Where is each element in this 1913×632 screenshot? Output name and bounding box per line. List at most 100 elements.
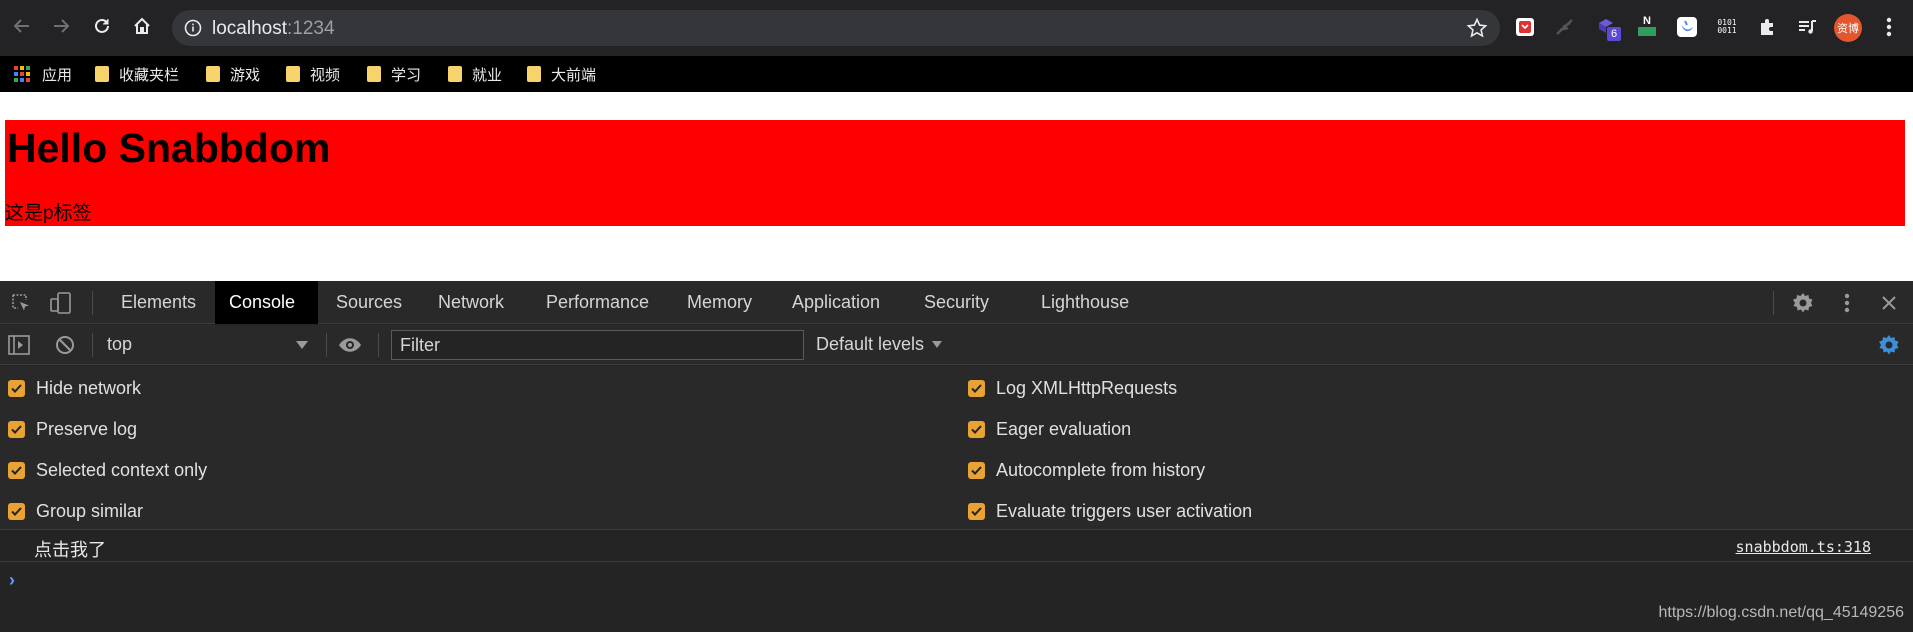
inspect-element-button[interactable] bbox=[8, 290, 34, 316]
address-bar[interactable]: localhost:1234 bbox=[172, 10, 1500, 46]
context-selector[interactable]: top bbox=[107, 334, 132, 355]
bookmark-apps[interactable]: 应用 bbox=[14, 63, 72, 85]
media-button[interactable] bbox=[1795, 15, 1819, 39]
option-label: Selected context only bbox=[36, 459, 208, 480]
bookmark-folder-frontend[interactable]: 大前端 bbox=[527, 63, 596, 85]
close-icon bbox=[1882, 296, 1896, 310]
url-port: :1234 bbox=[287, 18, 335, 39]
bookmark-label: 就业 bbox=[472, 66, 503, 84]
device-toolbar-button[interactable] bbox=[48, 290, 74, 316]
home-button[interactable] bbox=[130, 14, 154, 38]
devtools-settings-button[interactable] bbox=[1790, 290, 1816, 316]
option-label: Autocomplete from history bbox=[996, 459, 1206, 480]
chevron-down-icon bbox=[932, 341, 943, 348]
bookmark-folder-jobs[interactable]: 就业 bbox=[448, 63, 502, 85]
divider bbox=[378, 333, 379, 357]
option-label: Log XMLHttpRequests bbox=[996, 377, 1178, 398]
console-prompt[interactable]: › bbox=[9, 570, 15, 591]
option-label: Hide network bbox=[36, 377, 142, 398]
divider bbox=[92, 333, 93, 357]
log-levels-dropdown[interactable]: Default levels bbox=[816, 334, 943, 355]
option-evaluate-triggers-user-activation[interactable]: Evaluate triggers user activation bbox=[968, 499, 1252, 523]
checkmark-icon bbox=[11, 506, 22, 516]
checkmark-icon bbox=[11, 424, 22, 434]
tab-lighthouse[interactable]: Lighthouse bbox=[1027, 281, 1143, 324]
tab-application[interactable]: Application bbox=[778, 281, 894, 324]
log-source-link[interactable]: snabbdom.ts:318 bbox=[1736, 538, 1871, 556]
option-group-similar[interactable]: Group similar bbox=[8, 499, 143, 523]
option-autocomplete-from-history[interactable]: Autocomplete from history bbox=[968, 458, 1205, 482]
checkmark-icon bbox=[971, 506, 982, 516]
checkbox-checked[interactable] bbox=[8, 502, 25, 520]
extension-binary[interactable]: 0101 0011 bbox=[1715, 15, 1739, 39]
console-toolbar: top Default levels bbox=[0, 325, 1913, 365]
bookmark-label: 大前端 bbox=[551, 66, 597, 84]
url-host: localhost bbox=[212, 18, 287, 39]
profile-avatar[interactable]: 资博 bbox=[1834, 14, 1862, 42]
console-log-entry: 点击我了 snabbdom.ts:318 bbox=[0, 531, 1913, 562]
devtools-close-button[interactable] bbox=[1876, 290, 1902, 316]
checkmark-icon bbox=[11, 383, 22, 393]
back-button[interactable] bbox=[10, 14, 34, 38]
tab-performance[interactable]: Performance bbox=[532, 281, 663, 324]
red-container[interactable]: Hello Snabbdom 这是p标签 bbox=[5, 120, 1905, 226]
checkbox-checked[interactable] bbox=[968, 379, 985, 397]
show-sidebar-button[interactable] bbox=[6, 332, 32, 358]
divider bbox=[92, 291, 93, 315]
live-expression-button[interactable] bbox=[337, 332, 363, 358]
extension-n[interactable]: N bbox=[1635, 15, 1659, 39]
extension-pocket[interactable] bbox=[1513, 15, 1537, 39]
reload-button[interactable] bbox=[90, 14, 114, 38]
extension-purple[interactable]: 6 bbox=[1595, 15, 1621, 41]
console-settings-panel: Hide network Preserve log Selected conte… bbox=[0, 366, 1913, 530]
bookmark-folder-games[interactable]: 游戏 bbox=[206, 63, 260, 85]
bookmark-folder-study[interactable]: 学习 bbox=[367, 63, 421, 85]
console-settings-button[interactable] bbox=[1876, 332, 1902, 358]
forward-button[interactable] bbox=[49, 14, 73, 38]
device-icon bbox=[50, 292, 71, 314]
bookmark-folder-favorites[interactable]: 收藏夹栏 bbox=[95, 63, 179, 85]
url-text[interactable]: localhost:1234 bbox=[212, 18, 335, 40]
folder-icon bbox=[206, 66, 220, 82]
option-hide-network[interactable]: Hide network bbox=[8, 376, 141, 400]
tab-memory[interactable]: Memory bbox=[673, 281, 766, 324]
tab-console[interactable]: Console bbox=[215, 281, 318, 324]
checkbox-checked[interactable] bbox=[8, 461, 25, 479]
bookmark-label: 学习 bbox=[391, 66, 422, 84]
extension-dark[interactable] bbox=[1553, 15, 1577, 39]
browser-menu-button[interactable] bbox=[1877, 15, 1901, 39]
tab-sources[interactable]: Sources bbox=[322, 281, 416, 324]
checkbox-checked[interactable] bbox=[8, 379, 25, 397]
tab-security[interactable]: Security bbox=[910, 281, 1003, 324]
checkmark-icon bbox=[971, 383, 982, 393]
option-preserve-log[interactable]: Preserve log bbox=[8, 417, 137, 441]
context-dropdown-arrow-icon[interactable] bbox=[296, 341, 308, 349]
option-label: Preserve log bbox=[36, 418, 138, 439]
info-icon[interactable] bbox=[184, 19, 202, 37]
checkbox-checked[interactable] bbox=[968, 502, 985, 520]
checkbox-checked[interactable] bbox=[8, 420, 25, 438]
checkbox-checked[interactable] bbox=[968, 420, 985, 438]
devtools-tabbar: Elements Console Sources Network Perform… bbox=[0, 281, 1913, 324]
clear-console-button[interactable] bbox=[52, 332, 78, 358]
extensions-button[interactable] bbox=[1755, 15, 1779, 39]
tab-network[interactable]: Network bbox=[424, 281, 518, 324]
bookmark-star-icon[interactable] bbox=[1466, 17, 1488, 39]
option-selected-context-only[interactable]: Selected context only bbox=[8, 458, 207, 482]
checkbox-checked[interactable] bbox=[968, 461, 985, 479]
gear-icon bbox=[1879, 335, 1899, 355]
divider bbox=[1773, 291, 1774, 315]
filter-input[interactable] bbox=[391, 330, 804, 360]
pocket-icon bbox=[1516, 18, 1534, 36]
arrow-right-icon bbox=[54, 19, 70, 33]
bird-icon bbox=[1677, 17, 1697, 37]
reload-icon bbox=[95, 18, 109, 33]
tab-elements[interactable]: Elements bbox=[107, 281, 210, 324]
gear-icon bbox=[1793, 293, 1813, 313]
option-eager-evaluation[interactable]: Eager evaluation bbox=[968, 417, 1131, 441]
extension-blue-bird[interactable] bbox=[1675, 15, 1699, 39]
bookmark-folder-videos[interactable]: 视频 bbox=[286, 63, 340, 85]
bookmark-label: 收藏夹栏 bbox=[119, 66, 180, 84]
option-log-xmlhttprequests[interactable]: Log XMLHttpRequests bbox=[968, 376, 1177, 400]
devtools-more-button[interactable] bbox=[1834, 290, 1860, 316]
